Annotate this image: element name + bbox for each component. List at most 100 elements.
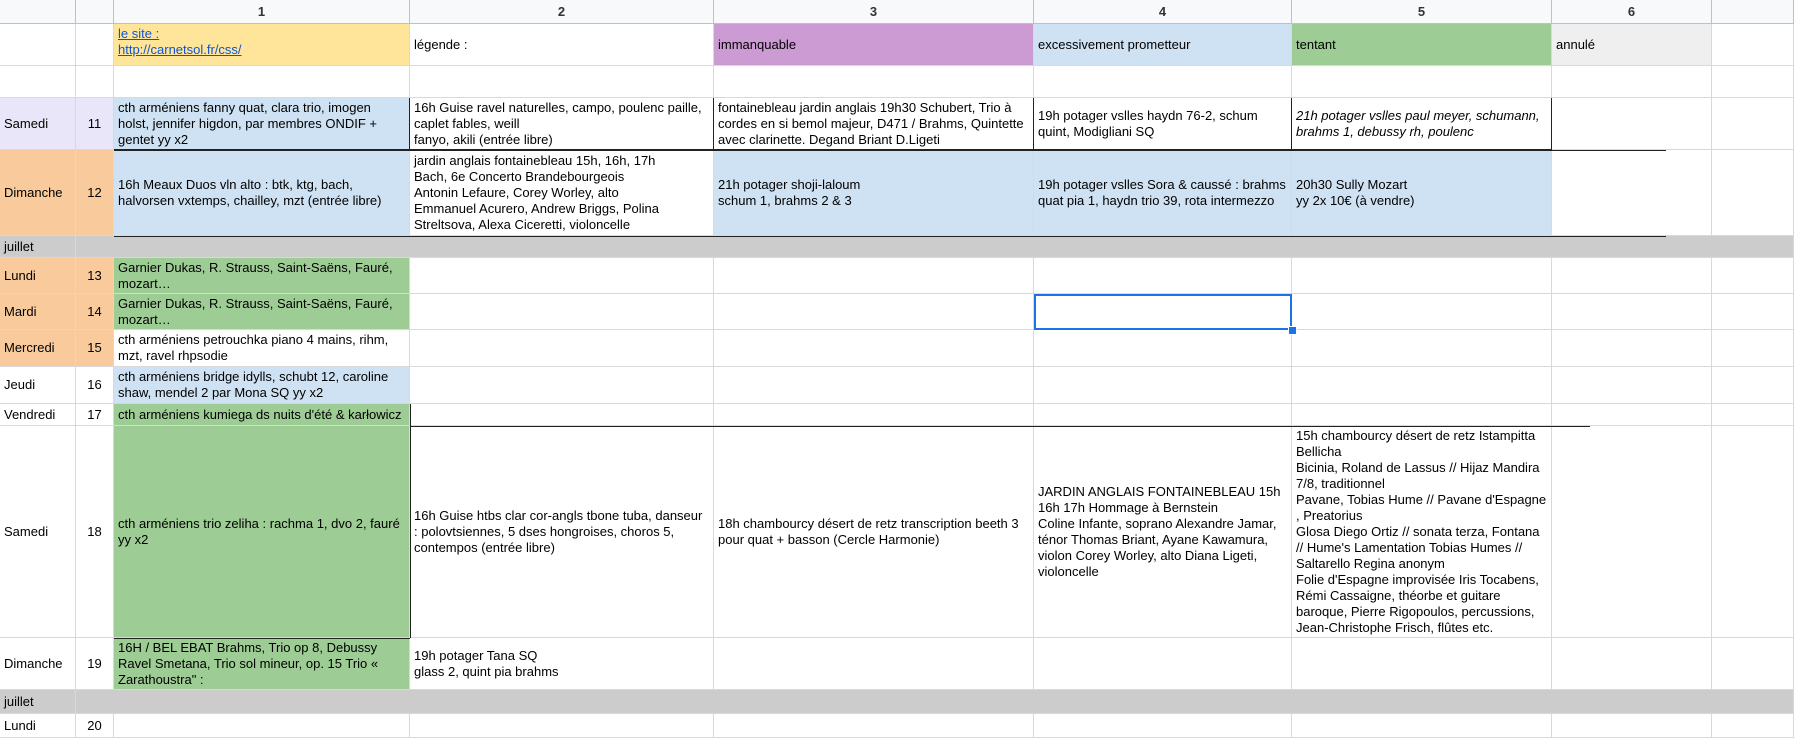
day-name-cell[interactable]: Vendredi xyxy=(0,404,76,426)
event-cell-c6[interactable] xyxy=(1552,150,1712,236)
day-name-cell[interactable]: Mardi xyxy=(0,294,76,330)
site-link[interactable]: http://carnetsol.fr/css/ xyxy=(118,42,405,58)
event-cell-c4[interactable]: JARDIN ANGLAIS FONTAINEBLEAU 15h 16h 17h… xyxy=(1034,426,1292,638)
day-number-cell[interactable]: 12 xyxy=(76,150,114,236)
event-cell-c5[interactable] xyxy=(1292,638,1552,690)
cell[interactable] xyxy=(1712,258,1794,294)
event-cell-c5[interactable]: 20h30 Sully Mozart yy 2x 10€ (à vendre) xyxy=(1292,150,1552,236)
event-cell-c6[interactable] xyxy=(1552,98,1712,150)
legend-annule[interactable]: annulé xyxy=(1552,24,1712,66)
event-cell-c3[interactable]: 18h chambourcy désert de retz transcript… xyxy=(714,426,1034,638)
event-cell-c5[interactable] xyxy=(1292,714,1552,738)
day-name-cell[interactable]: Samedi xyxy=(0,98,76,150)
column-header[interactable]: 3 xyxy=(714,0,1034,24)
event-cell-c1[interactable]: cth arméniens kumiega ds nuits d'été & k… xyxy=(114,404,410,426)
cell[interactable] xyxy=(114,66,410,98)
cell[interactable] xyxy=(1712,367,1794,404)
cell[interactable] xyxy=(1034,66,1292,98)
month-row-band[interactable] xyxy=(76,690,1794,714)
day-name-cell[interactable]: Jeudi xyxy=(0,367,76,404)
cell[interactable] xyxy=(1712,714,1794,738)
event-cell-c6[interactable] xyxy=(1552,638,1712,690)
event-cell-c6[interactable] xyxy=(1552,294,1712,330)
event-cell-c5[interactable] xyxy=(1292,258,1552,294)
event-cell-c5[interactable] xyxy=(1292,367,1552,404)
event-cell-c4[interactable] xyxy=(1034,638,1292,690)
day-number-cell[interactable]: 16 xyxy=(76,367,114,404)
event-cell-c1[interactable]: cth arméniens fanny quat, clara trio, im… xyxy=(114,98,410,150)
day-name-cell[interactable]: Dimanche xyxy=(0,638,76,690)
legend-site-cell[interactable]: le site : http://carnetsol.fr/css/ xyxy=(114,24,410,66)
event-cell-c3[interactable] xyxy=(714,258,1034,294)
event-cell-c2[interactable]: jardin anglais fontainebleau 15h, 16h, 1… xyxy=(410,150,714,236)
event-cell-c2[interactable]: 16h Guise htbs clar cor-angls tbone tuba… xyxy=(410,426,714,638)
event-cell-c3[interactable] xyxy=(714,714,1034,738)
event-cell-c2[interactable] xyxy=(410,367,714,404)
event-cell-c6[interactable] xyxy=(1552,404,1712,426)
day-name-cell[interactable]: Mercredi xyxy=(0,330,76,367)
event-cell-c3[interactable] xyxy=(714,638,1034,690)
day-name-cell[interactable]: Lundi xyxy=(0,258,76,294)
event-cell-c6[interactable] xyxy=(1552,367,1712,404)
event-cell-c5[interactable] xyxy=(1292,294,1552,330)
event-cell-c2[interactable] xyxy=(410,404,714,426)
event-cell-c2[interactable] xyxy=(410,258,714,294)
event-cell-c3[interactable] xyxy=(714,404,1034,426)
cell[interactable] xyxy=(1712,294,1794,330)
cell[interactable] xyxy=(1712,638,1794,690)
event-cell-c4[interactable] xyxy=(1034,367,1292,404)
event-cell-c5[interactable]: 15h chambourcy désert de retz Istampitta… xyxy=(1292,426,1552,638)
legend-tentant[interactable]: tentant xyxy=(1292,24,1552,66)
day-number-cell[interactable]: 15 xyxy=(76,330,114,367)
event-cell-c1[interactable] xyxy=(114,714,410,738)
event-cell-c4[interactable] xyxy=(1034,330,1292,367)
column-header[interactable]: 5 xyxy=(1292,0,1552,24)
day-number-cell[interactable]: 17 xyxy=(76,404,114,426)
event-cell-c1[interactable]: 16h Meaux Duos vln alto : btk, ktg, bach… xyxy=(114,150,410,236)
event-cell-c5[interactable] xyxy=(1292,404,1552,426)
event-cell-c2[interactable] xyxy=(410,294,714,330)
cell[interactable] xyxy=(76,66,114,98)
day-name-cell[interactable]: Dimanche xyxy=(0,150,76,236)
cell[interactable] xyxy=(714,66,1034,98)
event-cell-c3[interactable] xyxy=(714,294,1034,330)
cell[interactable] xyxy=(76,24,114,66)
event-cell-c6[interactable] xyxy=(1552,330,1712,367)
day-number-cell[interactable]: 18 xyxy=(76,426,114,638)
selection-fill-handle[interactable] xyxy=(1288,326,1297,335)
cell[interactable] xyxy=(1552,66,1712,98)
day-number-cell[interactable]: 14 xyxy=(76,294,114,330)
event-cell-c5[interactable]: 21h potager vslles paul meyer, schumann,… xyxy=(1292,98,1552,150)
legend-prometteur[interactable]: excessivement prometteur xyxy=(1034,24,1292,66)
cell[interactable] xyxy=(1292,66,1552,98)
event-cell-c1[interactable]: cth arméniens petrouchka piano 4 mains, … xyxy=(114,330,410,367)
legend-label-cell[interactable]: légende : xyxy=(410,24,714,66)
column-header[interactable] xyxy=(0,0,76,24)
site-label[interactable]: le site : xyxy=(118,26,405,42)
month-row-band[interactable] xyxy=(76,236,1794,258)
column-header[interactable] xyxy=(1712,0,1794,24)
day-number-cell[interactable]: 11 xyxy=(76,98,114,150)
cell[interactable] xyxy=(1712,330,1794,367)
event-cell-c3[interactable]: fontainebleau jardin anglais 19h30 Schub… xyxy=(714,98,1034,150)
cell[interactable] xyxy=(0,24,76,66)
event-cell-c1[interactable]: 16H / BEL EBAT Brahms, Trio op 8, Debuss… xyxy=(114,638,410,690)
event-cell-c4[interactable] xyxy=(1034,294,1292,330)
column-header[interactable] xyxy=(76,0,114,24)
event-cell-c1[interactable]: Garnier Dukas, R. Strauss, Saint-Saëns, … xyxy=(114,258,410,294)
event-cell-c4[interactable] xyxy=(1034,714,1292,738)
column-header[interactable]: 6 xyxy=(1552,0,1712,24)
event-cell-c3[interactable] xyxy=(714,330,1034,367)
month-label[interactable]: juillet xyxy=(0,690,76,714)
column-header[interactable]: 2 xyxy=(410,0,714,24)
column-header[interactable]: 4 xyxy=(1034,0,1292,24)
event-cell-c4[interactable] xyxy=(1034,404,1292,426)
event-cell-c3[interactable]: 21h potager shoji-laloum schum 1, brahms… xyxy=(714,150,1034,236)
event-cell-c1[interactable]: cth arméniens trio zeliha : rachma 1, dv… xyxy=(114,426,410,638)
event-cell-c6[interactable] xyxy=(1552,426,1712,638)
day-number-cell[interactable]: 20 xyxy=(76,714,114,738)
event-cell-c6[interactable] xyxy=(1552,258,1712,294)
cell[interactable] xyxy=(1712,426,1794,638)
cell[interactable] xyxy=(1712,24,1794,66)
event-cell-c1[interactable]: cth arméniens bridge idylls, schubt 12, … xyxy=(114,367,410,404)
